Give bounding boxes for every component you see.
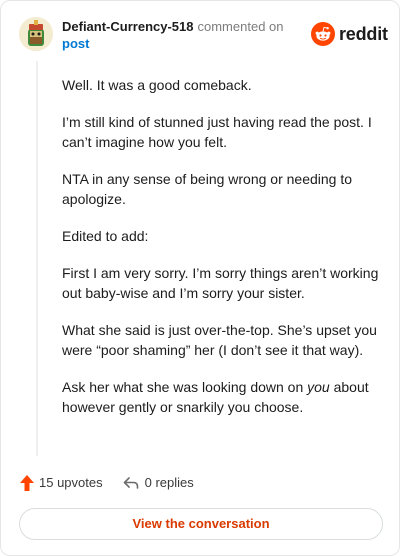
comment-meta: Defiant-Currency-518 commented on <box>62 18 284 35</box>
comment-paragraph: NTA in any sense of being wrong or needi… <box>62 171 353 207</box>
paragraph-text: Ask her what she was looking down on <box>62 379 308 395</box>
comment-paragraph: Ask her what she was looking down on you… <box>62 377 380 417</box>
upvote-arrow-icon[interactable] <box>19 474 35 492</box>
comment-paragraph: Well. It was a good comeback. <box>62 77 252 93</box>
comment-paragraph: I’m still kind of stunned just having re… <box>62 114 372 150</box>
comment-actions: 15 upvotes 0 replies <box>19 473 194 493</box>
commented-on-label: commented on <box>197 19 284 34</box>
reply-count: 0 replies <box>144 475 194 490</box>
reddit-snoo-icon <box>311 22 335 46</box>
thread-line <box>36 61 38 456</box>
comment-paragraph: Edited to add: <box>62 228 149 244</box>
avatar[interactable] <box>19 17 53 51</box>
embedded-comment-card: Defiant-Currency-518 commented on post re… <box>0 0 400 556</box>
reddit-logo[interactable]: reddit <box>311 21 388 47</box>
reddit-wordmark: reddit <box>339 24 388 44</box>
comment-paragraph: What she said is just over-the-top. She’… <box>62 322 377 358</box>
view-conversation-button[interactable]: View the conversation <box>19 508 383 540</box>
reply-arrow-icon <box>123 477 138 489</box>
reply-button[interactable]: 0 replies <box>123 473 194 493</box>
comment-paragraph: First I am very sorry. I’m sorry things … <box>62 265 379 301</box>
upvote-count: 15 upvotes <box>39 475 103 490</box>
emphasized-text: you <box>307 379 330 395</box>
comment-body: Well. It was a good comeback. I’m still … <box>62 75 380 434</box>
post-link[interactable]: post <box>62 35 89 52</box>
author-name[interactable]: Defiant-Currency-518 <box>62 19 194 34</box>
